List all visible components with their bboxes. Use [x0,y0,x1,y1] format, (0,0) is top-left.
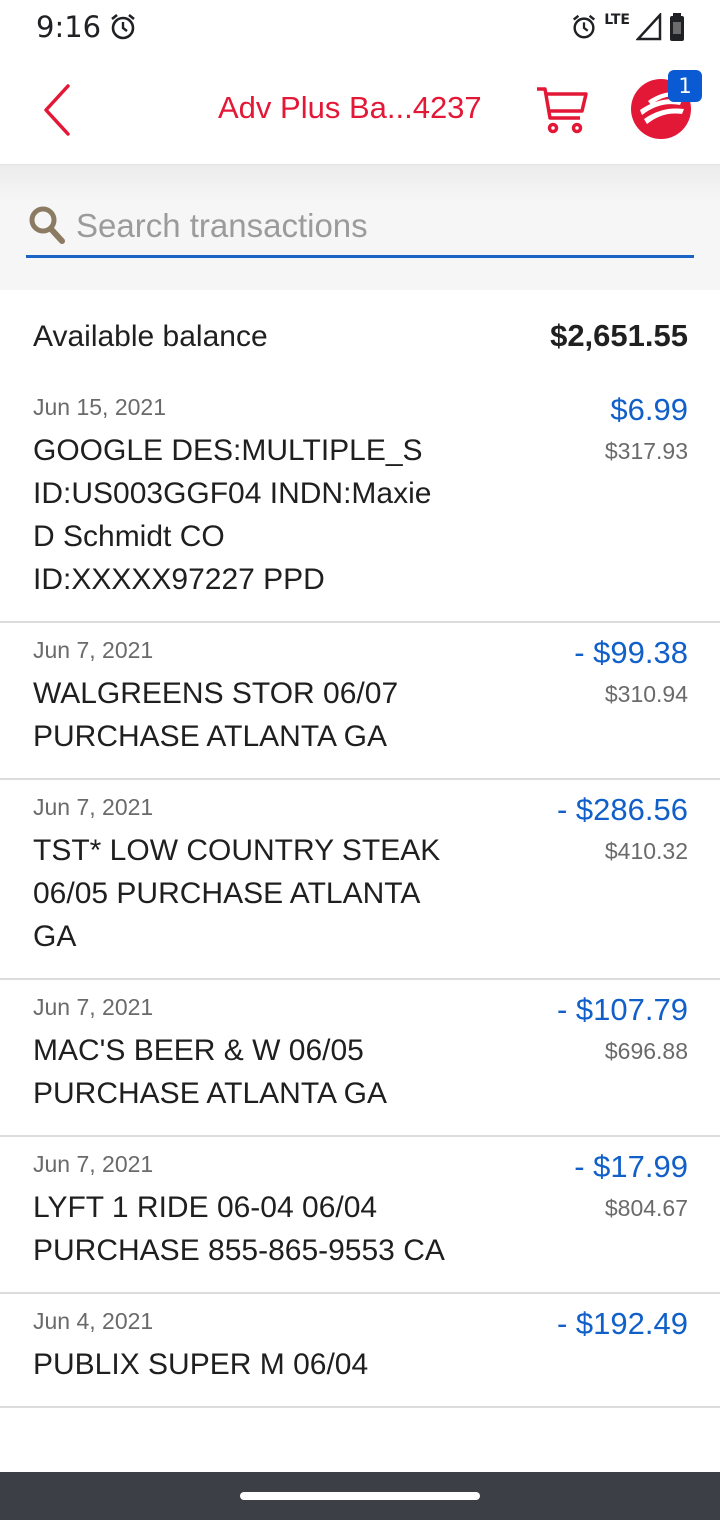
transaction-amount: $6.99 [610,392,688,427]
transaction-amount: - $192.49 [557,1306,688,1341]
transaction-running-balance: $410.32 [604,838,688,864]
network-type: LTE [604,12,630,28]
transaction-description: GOOGLE DES:MULTIPLE_S ID:US003GGF04 INDN… [33,434,432,596]
alarm-icon [111,13,135,40]
shopping-cart-icon [537,87,588,134]
alarm-icon [573,14,596,39]
transaction-list: Jun 15, 2021 GOOGLE DES:MULTIPLE_S ID:US… [0,380,720,1408]
transaction-row[interactable]: Jun 15, 2021 GOOGLE DES:MULTIPLE_S ID:US… [0,380,720,623]
transaction-amount: - $17.99 [574,1149,688,1184]
app-header: Adv Plus Ba...4237 1 [0,56,720,165]
transaction-running-balance: $317.93 [604,438,688,464]
signal-icon [636,13,662,41]
available-balance-row: Available balance $2,651.55 [0,290,720,380]
transaction-date: Jun 15, 2021 [33,394,167,420]
search-box[interactable] [26,201,694,258]
transaction-description: PUBLIX SUPER M 06/04 [33,1348,369,1381]
transaction-description: MAC'S BEER & W 06/05 PURCHASE ATLANTA GA [33,1034,387,1110]
balance-label: Available balance [33,320,268,353]
transaction-row[interactable]: Jun 4, 2021 PUBLIX SUPER M 06/04 - $192.… [0,1294,720,1408]
transaction-running-balance: $310.94 [604,681,688,707]
transaction-description: LYFT 1 RIDE 06-04 06/04 PURCHASE 855-865… [33,1191,445,1267]
transaction-running-balance: $804.67 [604,1195,688,1221]
status-bar: 9:16 LTE [0,0,720,56]
account-title[interactable]: Adv Plus Ba...4237 [218,90,482,126]
search-section [0,165,720,290]
cart-button[interactable] [534,84,592,136]
battery-icon [670,13,684,41]
home-gesture-handle[interactable] [240,1492,480,1500]
transaction-running-balance: $696.88 [604,1038,688,1064]
transaction-row[interactable]: Jun 7, 2021 TST* LOW COUNTRY STEAK 06/05… [0,780,720,980]
back-button[interactable] [36,82,80,138]
transaction-row[interactable]: Jun 7, 2021 WALGREENS STOR 06/07 PURCHAS… [0,623,720,780]
balance-value: $2,651.55 [550,318,688,353]
transaction-row[interactable]: Jun 7, 2021 LYFT 1 RIDE 06-04 06/04 PURC… [0,1137,720,1294]
notification-badge[interactable]: 1 [668,70,702,102]
status-time: 9:16 [36,10,102,44]
system-navigation-bar [0,1472,720,1520]
transaction-amount: - $107.79 [557,992,688,1027]
transaction-description: WALGREENS STOR 06/07 PURCHASE ATLANTA GA [33,677,399,753]
transaction-row[interactable]: Jun 7, 2021 MAC'S BEER & W 06/05 PURCHAS… [0,980,720,1137]
search-input[interactable] [76,201,686,251]
chevron-left-icon [44,84,70,136]
search-icon [29,206,65,244]
transaction-amount: - $99.38 [574,635,688,670]
transaction-description: TST* LOW COUNTRY STEAK 06/05 PURCHASE AT… [33,834,441,953]
transaction-amount: - $286.56 [557,792,688,827]
